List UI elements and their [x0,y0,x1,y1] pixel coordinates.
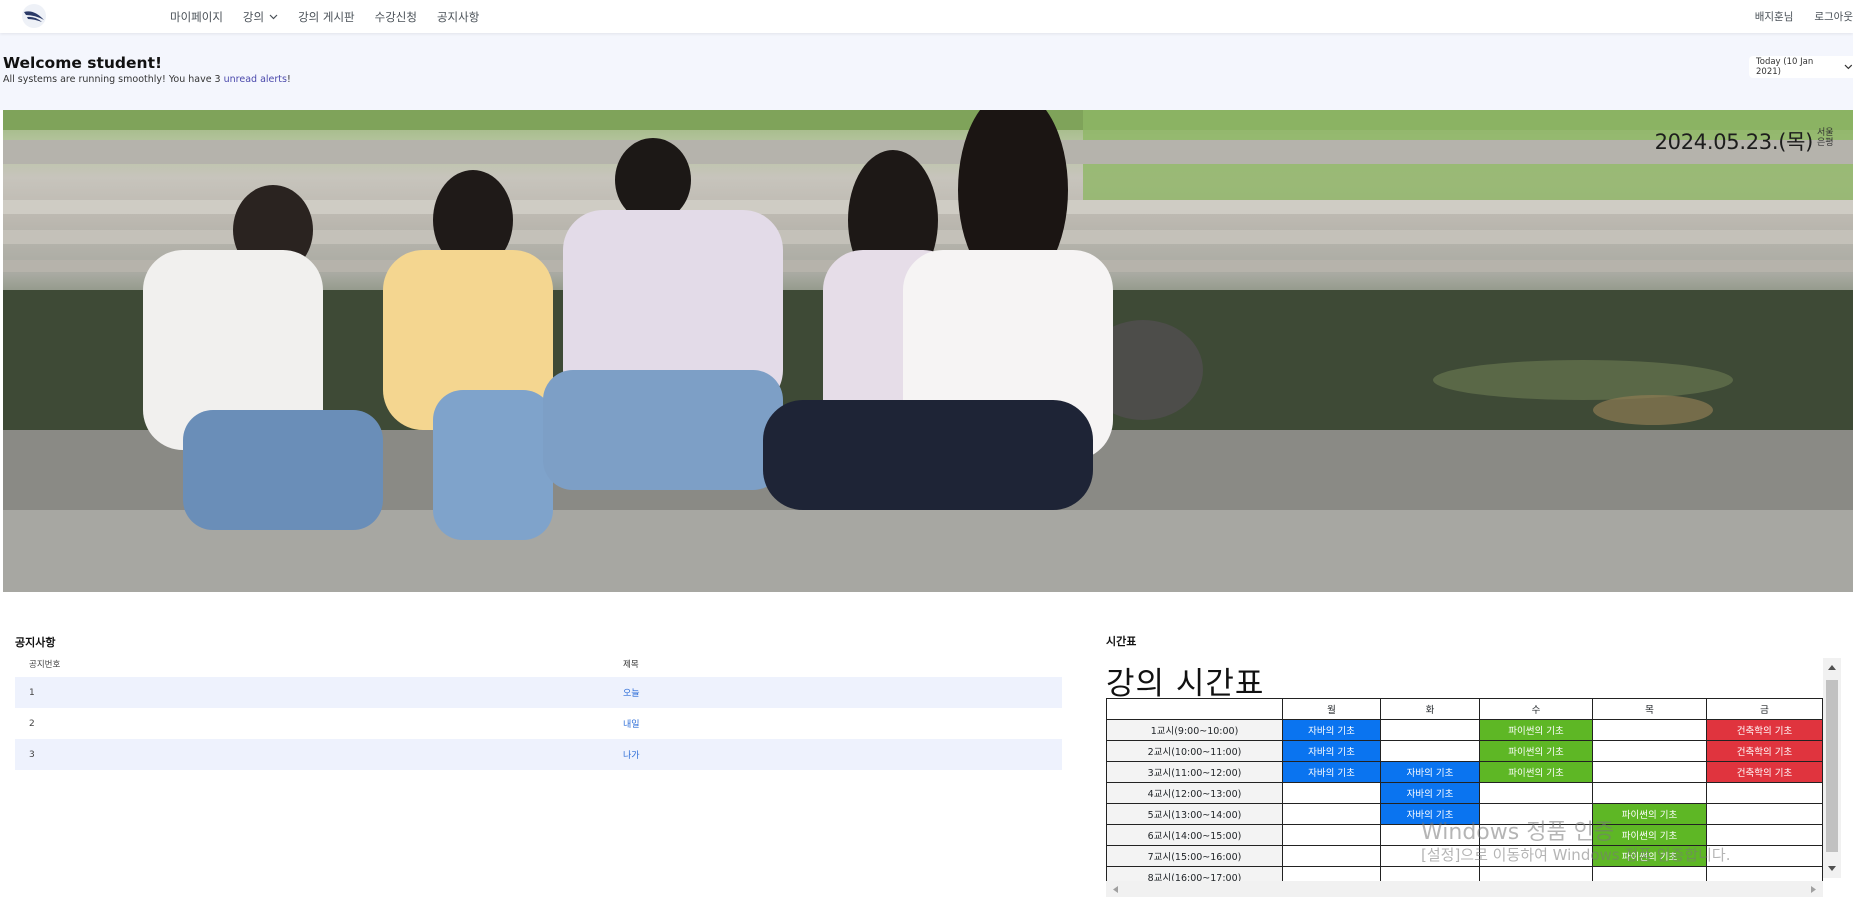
top-navbar: 마이페이지 강의 강의 게시판 수강신청 공지사항 배지훈님 로그아웃 [0,0,1853,33]
windows-activation-watermark-sub: [설정]으로 이동하여 Windows 정품 인증합니다. [1421,846,1731,864]
empty-cell [1282,824,1381,846]
subtitle-suffix: ! [286,74,291,85]
day-header: 월 [1282,698,1381,720]
chevron-down-icon [1844,64,1853,70]
course-cell[interactable]: 건축학의 기초 [1706,740,1823,762]
notice-table: 공지번호 제목 1 오늘 2 내일 3 나가 [15,650,1062,770]
hero-photo [3,110,1853,592]
period-cell: 5교시(13:00~14:00) [1106,803,1283,825]
day-header: 금 [1706,698,1823,720]
nav-lecture-dropdown[interactable]: 강의 [233,9,288,25]
course-cell[interactable]: 자바의 기초 [1380,761,1480,783]
nav-enrollment[interactable]: 수강신청 [365,9,427,25]
scroll-down-arrow-icon[interactable] [1827,865,1837,872]
notice-number: 1 [29,687,35,698]
table-row[interactable]: 3 나가 [15,739,1062,770]
windows-activation-watermark: Windows 정품 인증 [1421,820,1615,845]
scroll-left-arrow-icon[interactable] [1112,885,1119,894]
empty-cell [1706,824,1823,846]
scroll-right-arrow-icon[interactable] [1810,885,1817,894]
course-cell[interactable]: 자바의 기초 [1380,782,1480,804]
welcome-header [0,33,1853,110]
col-notice-number: 공지번호 [29,659,61,670]
empty-cell [1706,782,1823,804]
table-row[interactable]: 1 오늘 [15,677,1062,708]
course-cell[interactable]: 자바의 기초 [1282,740,1381,762]
table-row[interactable]: 2 내일 [15,708,1062,739]
empty-cell [1592,782,1707,804]
period-cell: 6교시(14:00~15:00) [1106,824,1283,846]
scroll-up-arrow-icon[interactable] [1827,664,1837,671]
course-cell[interactable]: 자바의 기초 [1282,761,1381,783]
empty-cell [1282,845,1381,867]
notice-section-title: 공지사항 [15,636,56,649]
timetable-row: 4교시(12:00~13:00) 자바의 기초 [1106,782,1823,804]
notice-number: 3 [29,749,35,760]
nav-mypage[interactable]: 마이페이지 [160,9,233,25]
notice-title-link[interactable]: 나가 [623,748,640,761]
timetable-row: 1교시(9:00~10:00) 자바의 기초 파이썬의 기초 건축학의 기초 [1106,719,1823,741]
timetable-row: 3교시(11:00~12:00) 자바의 기초 자바의 기초 파이썬의 기초 건축학의 … [1106,761,1823,783]
campus-hero-image: 2024.05.23.(목) 서울 은평 [3,110,1853,592]
empty-cell [1592,719,1707,741]
period-cell: 1교시(9:00~10:00) [1106,719,1283,741]
students-group [143,110,1113,540]
timetable-horizontal-scrollbar[interactable] [1106,881,1823,897]
chevron-down-icon [269,14,278,19]
day-header: 수 [1479,698,1593,720]
course-cell[interactable]: 파이썬의 기초 [1479,740,1593,762]
notice-number: 2 [29,718,35,729]
empty-cell [1706,803,1823,825]
col-notice-title: 제목 [623,659,639,670]
timetable-vertical-scrollbar[interactable] [1823,658,1841,878]
hero-date-display: 2024.05.23.(목) [1654,130,1814,154]
empty-cell [1479,782,1593,804]
logo-icon[interactable] [20,3,48,29]
course-cell[interactable]: 건축학의 기초 [1706,761,1823,783]
timetable-scroll-frame[interactable]: 강의 시간표 월 화 수 목 금 1교시(9:00~10:00) 자바의 기초 파이… [1106,656,1842,899]
notice-table-header: 공지번호 제목 [15,650,1062,677]
nav-lecture-board[interactable]: 강의 게시판 [288,9,365,25]
empty-cell [1282,782,1381,804]
timetable-section-title: 시간표 [1106,635,1137,648]
user-name[interactable]: 배지훈님 [1755,9,1794,24]
logout-link[interactable]: 로그아웃 [1814,9,1853,24]
nav-notices[interactable]: 공지사항 [427,9,489,25]
course-cell[interactable]: 자바의 기초 [1282,719,1381,741]
notice-title-link[interactable]: 오늘 [623,686,640,699]
day-header: 목 [1592,698,1707,720]
corner-cell [1106,698,1283,720]
empty-cell [1282,803,1381,825]
period-cell: 3교시(11:00~12:00) [1106,761,1283,783]
course-cell[interactable]: 파이썬의 기초 [1479,761,1593,783]
period-cell: 7교시(15:00~16:00) [1106,845,1283,867]
empty-cell [1380,719,1480,741]
welcome-title: Welcome student! [3,54,163,72]
timetable-row: 2교시(10:00~11:00) 자바의 기초 파이썬의 기초 건축학의 기초 [1106,740,1823,762]
empty-cell [1380,740,1480,762]
date-dropdown-button[interactable]: Today (10 Jan 2021) [1749,56,1853,78]
welcome-subtitle: All systems are running smoothly! You ha… [3,74,291,85]
timetable-heading: 강의 시간표 [1106,666,1265,702]
empty-cell [1592,761,1707,783]
timetable-header-row: 월 화 수 목 금 [1106,698,1823,720]
notice-title-link[interactable]: 내일 [623,717,640,730]
subtitle-text: All systems are running smoothly! You ha… [3,74,224,85]
course-cell[interactable]: 건축학의 기초 [1706,719,1823,741]
hero-location: 서울 은평 [1817,128,1834,148]
day-header: 화 [1380,698,1480,720]
unread-alerts-link[interactable]: unread alerts [224,74,287,85]
empty-cell [1592,740,1707,762]
period-cell: 2교시(10:00~11:00) [1106,740,1283,762]
scroll-thumb[interactable] [1826,680,1838,852]
course-cell[interactable]: 파이썬의 기초 [1479,719,1593,741]
date-button-label: Today (10 Jan 2021) [1756,57,1814,77]
period-cell: 4교시(12:00~13:00) [1106,782,1283,804]
